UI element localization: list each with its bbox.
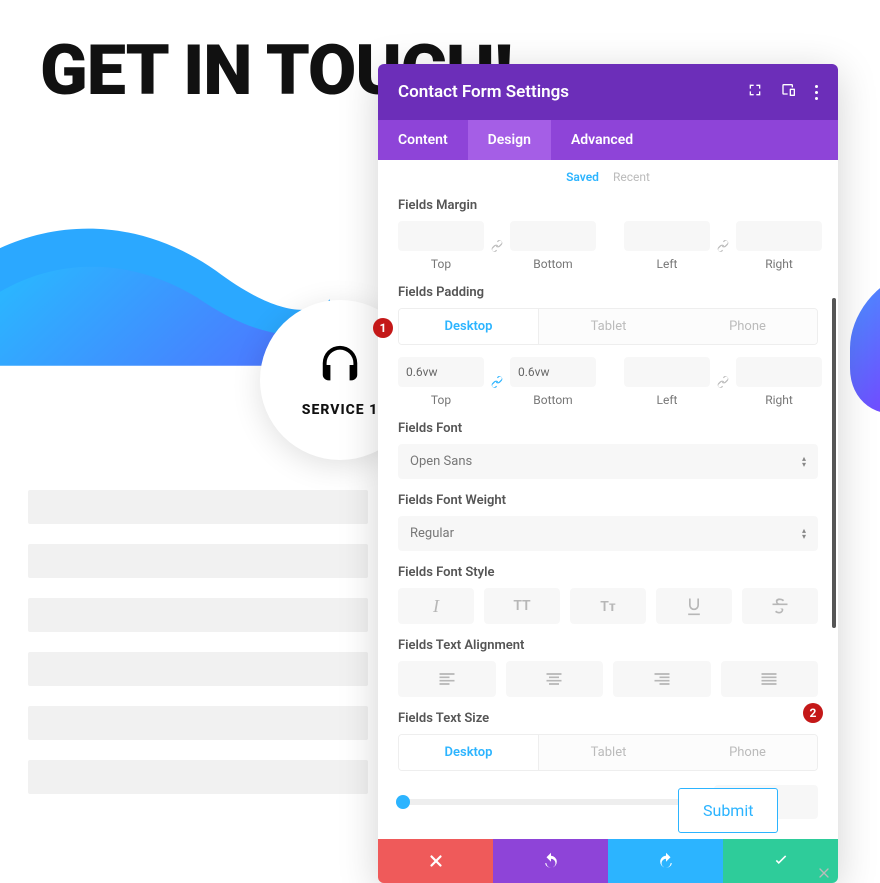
device-tab-phone[interactable]: Phone <box>678 309 817 344</box>
padding-right-input[interactable] <box>736 357 822 387</box>
fields-margin-row: Top Bottom Left Right <box>398 221 818 271</box>
cancel-button[interactable] <box>378 839 493 883</box>
lbl-bottom: Bottom <box>533 257 572 271</box>
caret-icon <box>802 456 806 468</box>
modal-footer <box>378 839 838 883</box>
lbl-bottom: Bottom <box>533 393 572 407</box>
lbl-top: Top <box>431 257 451 271</box>
align-center-button[interactable] <box>506 661 604 697</box>
align-justify-button[interactable] <box>721 661 819 697</box>
close-icon[interactable] <box>816 865 832 881</box>
lbl-left: Left <box>657 393 678 407</box>
device-tab-desktop[interactable]: Desktop <box>399 735 539 770</box>
fields-padding-row: Top Bottom Left Right <box>398 357 818 407</box>
history-recent[interactable]: Recent <box>613 170 650 184</box>
scrollbar[interactable] <box>832 298 836 628</box>
label-fields-font-weight: Fields Font Weight <box>398 493 818 508</box>
label-fields-text-alignment: Fields Text Alignment <box>398 638 818 653</box>
text-size-slider[interactable] <box>398 799 700 805</box>
style-uppercase-button[interactable]: TT <box>484 588 560 624</box>
device-tab-tablet[interactable]: Tablet <box>539 735 678 770</box>
font-value: Open Sans <box>410 454 472 469</box>
margin-bottom-input[interactable] <box>510 221 596 251</box>
tab-design[interactable]: Design <box>468 120 551 160</box>
padding-bottom-input[interactable] <box>510 357 596 387</box>
modal-title: Contact Form Settings <box>398 82 569 102</box>
annotation-badge-2: 2 <box>803 703 823 723</box>
label-fields-font: Fields Font <box>398 421 818 436</box>
font-weight-value: Regular <box>410 526 454 541</box>
device-tab-desktop[interactable]: Desktop <box>399 309 539 344</box>
link-icon[interactable] <box>488 231 506 261</box>
label-fields-padding: Fields Padding <box>398 285 818 300</box>
style-smallcaps-button[interactable]: Tᴛ <box>570 588 646 624</box>
font-style-row: I TT Tᴛ <box>398 588 818 624</box>
undo-button[interactable] <box>493 839 608 883</box>
link-icon[interactable] <box>488 367 506 397</box>
align-left-button[interactable] <box>398 661 496 697</box>
tab-advanced[interactable]: Advanced <box>551 120 653 160</box>
textsize-device-tabs: Desktop Tablet Phone <box>398 734 818 771</box>
font-select[interactable]: Open Sans <box>398 444 818 479</box>
service-label: SERVICE 1 <box>302 402 378 418</box>
background-wave-right <box>850 272 880 428</box>
history-bar: Saved Recent <box>398 170 818 184</box>
responsive-icon[interactable] <box>781 82 797 102</box>
more-icon[interactable] <box>815 85 818 100</box>
lbl-top: Top <box>431 393 451 407</box>
padding-top-input[interactable] <box>398 357 484 387</box>
style-strikethrough-button[interactable] <box>742 588 818 624</box>
modal-header: Contact Form Settings <box>378 64 838 120</box>
style-underline-button[interactable] <box>656 588 732 624</box>
lbl-right: Right <box>765 393 793 407</box>
label-fields-margin: Fields Margin <box>398 198 818 213</box>
redo-button[interactable] <box>608 839 723 883</box>
slider-thumb[interactable] <box>396 795 410 809</box>
history-saved[interactable]: Saved <box>566 170 599 184</box>
margin-left-input[interactable] <box>624 221 710 251</box>
lbl-right: Right <box>765 257 793 271</box>
label-fields-font-style: Fields Font Style <box>398 565 818 580</box>
expand-icon[interactable] <box>747 82 763 102</box>
tab-content[interactable]: Content <box>378 120 468 160</box>
annotation-badge-1: 1 <box>373 318 393 338</box>
link-icon[interactable] <box>714 367 732 397</box>
label-fields-text-size: Fields Text Size <box>398 711 818 726</box>
background-form-placeholder <box>28 490 368 814</box>
align-right-button[interactable] <box>613 661 711 697</box>
device-tab-phone[interactable]: Phone <box>678 735 817 770</box>
padding-device-tabs: Desktop Tablet Phone <box>398 308 818 345</box>
font-weight-select[interactable]: Regular <box>398 516 818 551</box>
margin-right-input[interactable] <box>736 221 822 251</box>
caret-icon <box>802 528 806 540</box>
lbl-left: Left <box>657 257 678 271</box>
device-tab-tablet[interactable]: Tablet <box>539 309 678 344</box>
submit-button[interactable]: Submit <box>678 788 778 833</box>
headphones-icon <box>317 342 363 388</box>
modal-tabs: Content Design Advanced <box>378 120 838 160</box>
margin-top-input[interactable] <box>398 221 484 251</box>
style-italic-button[interactable]: I <box>398 588 474 624</box>
link-icon[interactable] <box>714 231 732 261</box>
settings-modal: Contact Form Settings Content Design Adv… <box>378 64 838 883</box>
text-alignment-row <box>398 661 818 697</box>
padding-left-input[interactable] <box>624 357 710 387</box>
modal-body: Saved Recent Fields Margin Top Bottom Le… <box>378 160 838 839</box>
